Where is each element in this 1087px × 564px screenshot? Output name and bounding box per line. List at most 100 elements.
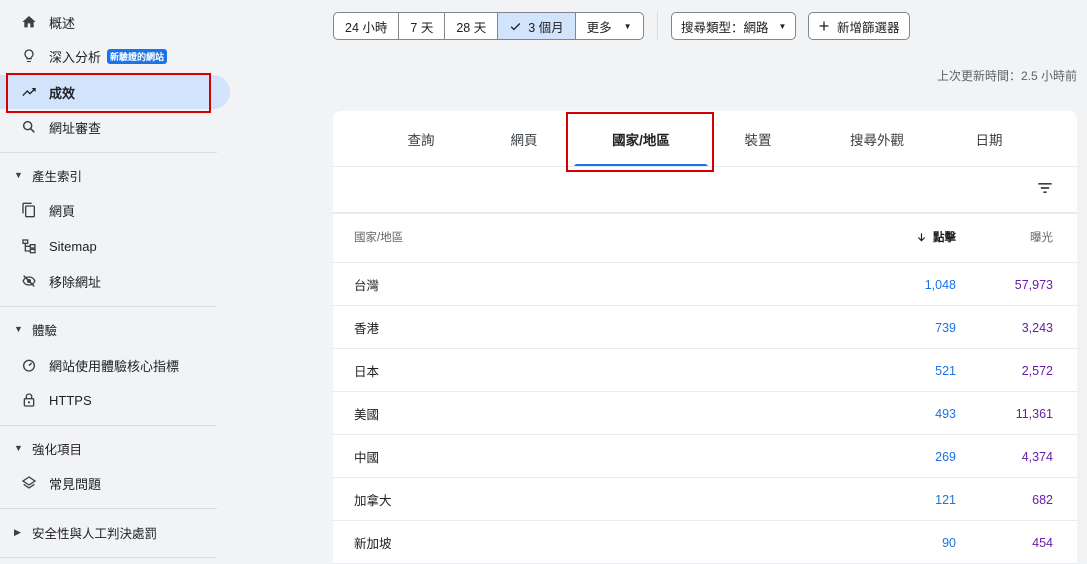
column-header-label: 點擊	[933, 232, 956, 244]
caret-down-icon: ▼	[14, 443, 23, 453]
column-header-country[interactable]: 國家/地區	[354, 215, 403, 259]
sidebar-divider	[0, 508, 217, 509]
caret-right-icon: ▶	[14, 526, 21, 537]
sitemap-icon	[20, 237, 38, 255]
sidebar-divider	[0, 152, 217, 153]
highlight-box-countries-tab	[566, 112, 714, 172]
sidebar-item-pages[interactable]: 網頁	[0, 193, 230, 227]
cell-country: 中國	[354, 451, 380, 465]
sort-arrow-down-icon	[916, 232, 927, 243]
range-3m-button[interactable]: 3 個月	[498, 13, 576, 39]
home-icon	[20, 13, 38, 31]
section-label: 強化項目	[32, 442, 83, 457]
range-label: 3 個月	[528, 20, 564, 35]
table-top-divider	[333, 212, 1077, 214]
sidebar-item-removals[interactable]: 移除網址	[0, 264, 230, 298]
cell-impressions: 682	[1032, 492, 1053, 507]
lightbulb-icon	[20, 47, 38, 65]
sidebar: 概述 深入分析 新驗證的網站 成效 網址審查 ▼ 產生索引 網頁 Sitemap…	[0, 0, 230, 564]
highlight-box-performance	[6, 73, 211, 113]
search-type-dropdown[interactable]: 搜尋類型：網路 ▼	[671, 12, 797, 40]
cell-impressions: 57,973	[1014, 277, 1053, 292]
add-filter-button[interactable]: 新增篩選器	[808, 12, 910, 40]
table-row[interactable]: 台灣 1,048 57,973	[333, 263, 1077, 306]
sidebar-section-enhancements[interactable]: ▼ 強化項目	[0, 433, 230, 463]
table-row[interactable]: 日本 521 2,572	[333, 349, 1077, 392]
column-header-clicks[interactable]: 點擊	[916, 215, 956, 259]
sidebar-item-label: 網站使用體驗核心指標	[49, 358, 180, 374]
cell-clicks: 739	[935, 320, 956, 335]
sidebar-item-label: 概述	[49, 15, 76, 31]
speed-gauge-icon	[20, 356, 38, 374]
range-label: 更多	[586, 20, 612, 35]
sidebar-item-label: 常見問題	[49, 476, 102, 492]
cell-clicks: 269	[935, 449, 956, 464]
sidebar-item-insights[interactable]: 深入分析 新驗證的網站	[0, 39, 230, 73]
section-label: 體驗	[32, 323, 58, 338]
cell-country: 加拿大	[354, 494, 392, 508]
caret-down-icon: ▼	[14, 170, 23, 180]
tab-queries[interactable]: 查詢	[373, 111, 469, 166]
cell-clicks: 493	[935, 406, 956, 421]
section-label: 安全性與人工判決處罰	[32, 526, 158, 541]
cell-impressions: 4,374	[1021, 449, 1053, 464]
table-row[interactable]: 加拿大 121 682	[333, 478, 1077, 521]
table-row[interactable]: 美國 493 11,361	[333, 392, 1077, 435]
sidebar-section-indexing[interactable]: ▼ 產生索引	[0, 160, 230, 190]
search-type-label: 搜尋類型：網路	[681, 20, 769, 35]
last-updated-text: 上次更新時間：2.5 小時前	[936, 69, 1077, 83]
toolbar-separator	[657, 12, 658, 40]
tab-dates[interactable]: 日期	[947, 111, 1031, 166]
table-row[interactable]: 新加坡 90 454	[333, 521, 1077, 564]
cell-impressions: 3,243	[1021, 320, 1053, 335]
sidebar-item-https[interactable]: HTTPS	[0, 383, 230, 417]
plus-icon	[818, 20, 830, 32]
sidebar-item-core-web-vitals[interactable]: 網站使用體驗核心指標	[0, 348, 230, 382]
range-24h-button[interactable]: 24 小時	[334, 13, 400, 39]
cell-clicks: 121	[935, 492, 956, 507]
range-7d-button[interactable]: 7 天	[399, 13, 446, 39]
column-header-impressions[interactable]: 曝光	[1030, 215, 1053, 259]
range-28d-button[interactable]: 28 天	[445, 13, 499, 39]
sidebar-item-label: Sitemap	[49, 238, 97, 254]
sidebar-item-label: 網址審查	[49, 120, 102, 136]
sidebar-item-label: 深入分析	[49, 49, 102, 65]
cell-impressions: 2,572	[1021, 363, 1053, 378]
lock-icon	[20, 391, 38, 409]
pages-icon	[20, 201, 38, 219]
tab-devices[interactable]: 裝置	[715, 111, 801, 166]
layers-icon	[20, 474, 38, 492]
add-filter-label: 新增篩選器	[837, 20, 900, 35]
sidebar-item-label: 網頁	[49, 203, 76, 219]
filter-rows-icon[interactable]	[1035, 178, 1055, 198]
range-more-button[interactable]: 更多 ▼	[576, 13, 643, 39]
sidebar-item-faq[interactable]: 常見問題	[0, 466, 230, 500]
report-card: 查詢 網頁 國家/地區 裝置 搜尋外觀 日期 國家/地區 點擊 曝光 台灣 1,…	[333, 111, 1077, 564]
visibility-off-icon	[20, 272, 38, 290]
cell-clicks: 1,048	[924, 277, 956, 292]
sidebar-item-url-inspection[interactable]: 網址審查	[0, 110, 230, 144]
sidebar-section-security[interactable]: ▶ 安全性與人工判決處罰	[0, 517, 230, 547]
search-icon	[20, 118, 38, 136]
tab-search-appearance[interactable]: 搜尋外觀	[827, 111, 927, 166]
cell-country: 美國	[354, 408, 380, 422]
sidebar-divider	[0, 557, 217, 558]
sidebar-divider	[0, 425, 217, 426]
check-icon	[509, 20, 522, 33]
cell-country: 香港	[354, 322, 380, 336]
cell-impressions: 11,361	[1015, 406, 1053, 421]
sidebar-divider	[0, 306, 217, 307]
table-row[interactable]: 中國 269 4,374	[333, 435, 1077, 478]
cell-country: 日本	[354, 365, 380, 379]
sidebar-item-overview[interactable]: 概述	[0, 5, 230, 39]
cell-clicks: 90	[942, 535, 956, 550]
table-row[interactable]: 香港 739 3,243	[333, 306, 1077, 349]
sidebar-item-sitemap[interactable]: Sitemap	[0, 229, 230, 263]
section-label: 產生索引	[32, 169, 83, 184]
date-range-selector: 24 小時 7 天 28 天 3 個月 更多 ▼	[333, 12, 644, 40]
cell-country: 台灣	[354, 279, 380, 293]
sidebar-item-label: 移除網址	[49, 274, 102, 290]
sidebar-section-experience[interactable]: ▼ 體驗	[0, 314, 230, 344]
dropdown-arrow-icon: ▼	[778, 21, 787, 31]
tab-pages[interactable]: 網頁	[481, 111, 567, 166]
